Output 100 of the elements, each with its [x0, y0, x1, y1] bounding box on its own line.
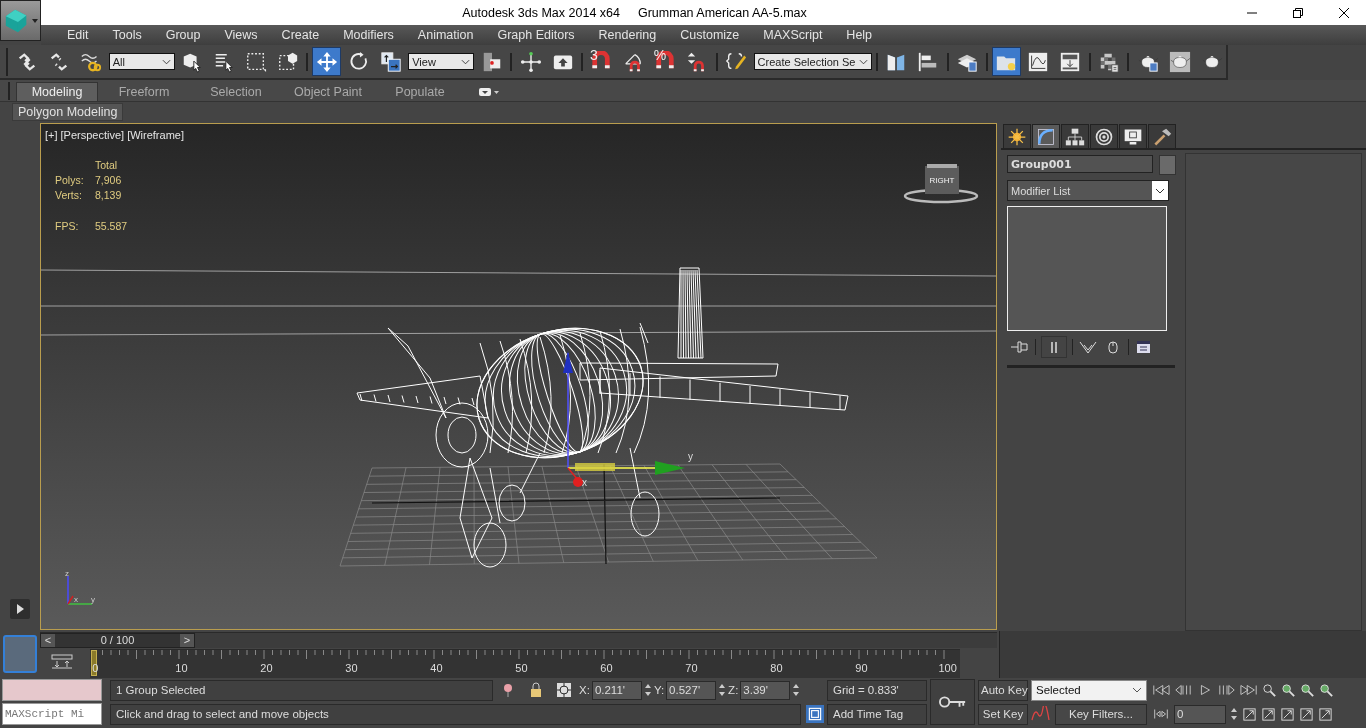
view-cube-drawing[interactable]	[903, 164, 979, 204]
object-name-field[interactable]: Group001	[1007, 155, 1153, 173]
time-tag-icon[interactable]	[806, 705, 824, 723]
current-frame-field[interactable]: 0	[1174, 704, 1226, 724]
command-panel-tab[interactable]	[1032, 124, 1060, 148]
menu-item[interactable]: Modifiers	[331, 28, 406, 42]
previous-key-icon[interactable]	[1174, 683, 1192, 697]
funnel-icon[interactable]	[1078, 339, 1098, 355]
coordinate-label: Y:	[653, 684, 665, 696]
frame-number: 10	[175, 662, 188, 674]
track-bar[interactable]: 0 10 20 30 40 50 60 70 80 90 100	[90, 649, 960, 678]
object-color-swatch[interactable]	[1159, 155, 1176, 175]
ribbon-panel-label[interactable]: Polygon Modeling	[12, 103, 124, 121]
frame-number: 0	[92, 662, 99, 674]
modifier-list-dropdown[interactable]: Modifier List	[1007, 180, 1169, 201]
caret-icon	[32, 18, 38, 23]
key-mode-dropdown[interactable]: Selected	[1031, 679, 1147, 701]
caret-icon	[859, 58, 869, 65]
zoom-extents-all-icon[interactable]	[1319, 682, 1334, 698]
frame-number: 50	[515, 662, 528, 674]
time-slider-track[interactable]: < 0 / 100 >	[40, 632, 997, 648]
magnet-button[interactable]: %	[650, 47, 680, 76]
go-to-end-icon[interactable]	[1240, 683, 1258, 697]
move-icon	[315, 50, 338, 73]
magnet-button[interactable]: 3	[587, 47, 616, 76]
listener-output-field[interactable]	[2, 679, 102, 701]
menu-item[interactable]: Animation	[405, 28, 486, 42]
command-panel-tab[interactable]	[1148, 124, 1176, 148]
ribbon-tab[interactable]: Modeling	[16, 82, 98, 101]
command-panel-tab[interactable]	[1119, 124, 1147, 148]
stats-label: Verts:	[55, 189, 83, 201]
ribbon-tab[interactable]: Selection	[190, 82, 282, 101]
ribbon-toggle-icon[interactable]	[478, 87, 500, 97]
window-title: Autodesk 3ds Max 2014 x64	[462, 5, 620, 20]
menu-item[interactable]: Customize	[668, 28, 752, 42]
frame-number: 70	[685, 662, 698, 674]
close-icon[interactable]	[1338, 6, 1350, 19]
menu-item[interactable]: Edit	[55, 28, 101, 42]
frame-number: 80	[770, 662, 783, 674]
coordinate-field[interactable]: 3.39'	[740, 680, 791, 700]
ribbon-tab[interactable]: Freeform	[98, 82, 190, 101]
menu-item[interactable]: Graph Editors	[485, 28, 587, 42]
restore-icon[interactable]	[1292, 6, 1304, 19]
ribbon-tab[interactable]: Populate	[374, 82, 466, 101]
command-panel-tab[interactable]	[1090, 124, 1118, 148]
move-button[interactable]	[312, 47, 342, 76]
command-panel-tab[interactable]	[1061, 124, 1089, 148]
modifier-stack-list[interactable]	[1007, 206, 1167, 331]
menu-item[interactable]: Tools	[100, 28, 154, 42]
viewport-label[interactable]: [+]	[45, 129, 58, 141]
maxscript-listener-field[interactable]: MAXScript Mi	[2, 703, 102, 725]
dropdown[interactable]: All	[108, 53, 175, 70]
scale-icon	[379, 50, 402, 73]
zoom-icon[interactable]	[1262, 682, 1277, 698]
add-time-tag-field[interactable]: Add Time Tag	[827, 703, 927, 725]
perspective-viewport[interactable]: [+] [Perspective] [Wireframe] Total Polys: 7,906 Verts: 8,139 FPS: 55.587 y x RIGHT z x y	[40, 123, 997, 630]
frame-number: 90	[855, 662, 868, 674]
coordinate-field[interactable]: 0.527'	[666, 680, 717, 700]
zoom-all-icon[interactable]	[1281, 682, 1296, 698]
menu-item[interactable]: MAXScript	[751, 28, 835, 42]
application-menu-button[interactable]	[0, 0, 41, 41]
next-key-icon[interactable]	[1218, 683, 1236, 697]
axis-label: z	[65, 569, 69, 578]
viewport-label[interactable]: [Wireframe]	[127, 129, 184, 141]
transform-mode-icon[interactable]	[556, 682, 572, 698]
stats-label: Polys:	[55, 174, 85, 186]
dropdown[interactable]: Create Selection Se	[753, 53, 873, 70]
coordinate-field[interactable]: 0.211'	[591, 680, 642, 700]
go-to-start-icon[interactable]	[1152, 683, 1170, 697]
set-key-button[interactable]: Set Key	[978, 703, 1028, 725]
play-icon[interactable]	[10, 599, 30, 619]
tree-icon	[1065, 126, 1085, 147]
menu-item[interactable]: Group	[153, 28, 213, 42]
ribbon-tab[interactable]: Object Paint	[282, 82, 374, 101]
lock-icon[interactable]	[528, 682, 544, 698]
key-filters-button[interactable]: Key Filters...	[1055, 703, 1147, 725]
pin-icon[interactable]	[1010, 339, 1030, 355]
menu-item[interactable]: Create	[269, 28, 332, 42]
time-slider-thumb[interactable]: < 0 / 100 >	[40, 633, 195, 648]
previous-frame-button[interactable]: <	[41, 634, 55, 647]
auto-key-button[interactable]: Auto Key	[978, 679, 1028, 701]
dashed-rectangle-icon	[245, 50, 268, 73]
hammer-icon	[1152, 126, 1172, 147]
folder-bulb-button[interactable]	[991, 47, 1021, 76]
curve-editor-toggle-icon[interactable]	[50, 653, 74, 669]
dropdown[interactable]: View	[408, 53, 475, 70]
key-mode-toggle-icon[interactable]	[1152, 707, 1170, 721]
spinner-icon[interactable]	[1230, 706, 1238, 722]
zoom-extents-icon[interactable]	[1300, 682, 1315, 698]
set-keys-button[interactable]	[930, 679, 975, 725]
next-frame-button[interactable]: >	[180, 634, 194, 647]
pause-bars-icon[interactable]	[1041, 336, 1067, 358]
viewport-label[interactable]: [Perspective]	[60, 129, 125, 141]
stats-label: FPS:	[55, 220, 80, 232]
axis-label: y	[688, 451, 693, 462]
menu-item[interactable]: Views	[212, 28, 270, 42]
menu-item[interactable]: Help	[834, 28, 885, 42]
menu-item[interactable]: Rendering	[586, 28, 669, 42]
current-frame-marker[interactable]	[91, 650, 97, 676]
command-panel-tab[interactable]	[1003, 124, 1031, 148]
